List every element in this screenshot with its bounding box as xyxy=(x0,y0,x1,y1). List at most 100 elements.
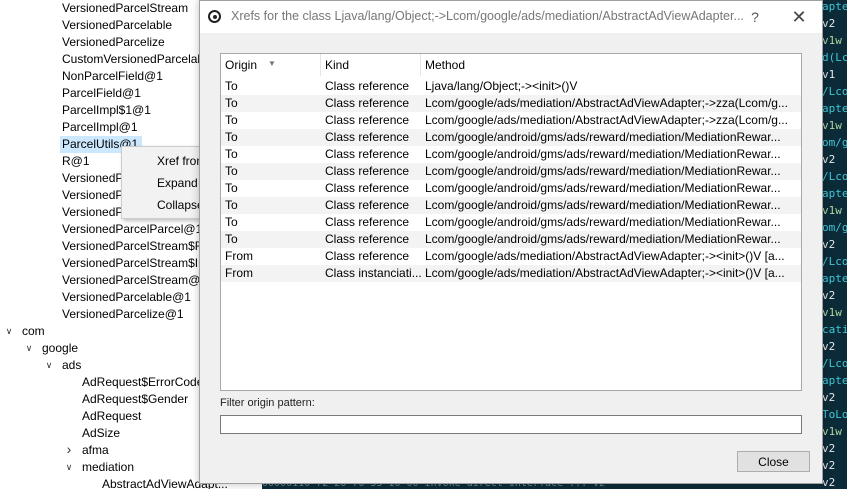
tree-item[interactable]: VersionedParcelable xyxy=(60,17,176,34)
column-header-method[interactable]: Method xyxy=(421,54,801,76)
tree-item[interactable]: ParcelImpl@1 xyxy=(60,119,142,136)
tree-item[interactable]: AdRequest$ErrorCode xyxy=(80,374,207,391)
tree-item[interactable]: AdRequest xyxy=(80,408,145,425)
disassembly-line: v2 xyxy=(822,238,836,251)
cell-origin: To xyxy=(225,215,238,229)
cell-kind: Class reference xyxy=(325,96,410,110)
filter-origin-input[interactable] xyxy=(220,415,802,434)
disassembly-line: /Lco xyxy=(822,255,847,268)
disassembly-line: /Lco xyxy=(822,85,847,98)
cell-origin: To xyxy=(225,130,238,144)
disassembly-line: v2 xyxy=(822,340,836,353)
tree-item[interactable]: CustomVersionedParcelab xyxy=(60,51,208,68)
table-row[interactable]: To Class reference Lcom/google/android/gms… xyxy=(221,180,801,197)
cell-kind: Class reference xyxy=(325,215,410,229)
chevron-right-icon[interactable]: › xyxy=(64,441,74,457)
close-button[interactable]: Close xyxy=(737,451,810,472)
cell-origin: To xyxy=(225,198,238,212)
cell-method: Lcom/google/android/gms/ads/reward/media… xyxy=(425,181,781,195)
sort-down-icon: ▼ xyxy=(268,59,276,68)
cell-kind: Class reference xyxy=(325,198,410,212)
tree-item[interactable]: ParcelImpl$1@1 xyxy=(60,102,155,119)
disassembly-line: v2 xyxy=(822,476,836,489)
chevron-down-icon[interactable]: ∨ xyxy=(4,326,14,337)
column-header-origin[interactable]: Origin ▼ xyxy=(221,54,321,76)
cell-method: Lcom/google/android/gms/ads/reward/media… xyxy=(425,130,781,144)
cell-origin: To xyxy=(225,181,238,195)
cell-kind: Class instanciati... xyxy=(325,266,421,280)
disassembly-line: apte xyxy=(822,187,847,200)
cell-origin: To xyxy=(225,96,238,110)
cell-kind: Class reference xyxy=(325,79,410,93)
table-row[interactable]: To Class reference Lcom/google/ads/mediati… xyxy=(221,95,801,112)
dialog-titlebar[interactable]: Xrefs for the class Ljava/lang/Object;->… xyxy=(200,1,822,33)
cell-origin: From xyxy=(225,266,253,280)
tree-item[interactable]: VersionedParcelable@1 xyxy=(60,289,195,306)
table-row[interactable]: To Class reference Lcom/google/android/gms… xyxy=(221,146,801,163)
tree-item[interactable]: VersionedParcelStream$Fi xyxy=(60,238,209,255)
tree-item[interactable]: R@1 xyxy=(60,153,94,170)
table-row[interactable]: To Class reference Lcom/google/ads/mediati… xyxy=(221,112,801,129)
chevron-down-icon[interactable]: ∨ xyxy=(44,360,54,371)
disassembly-line: v1w xyxy=(822,425,842,438)
disassembly-line: v2 xyxy=(822,442,836,455)
dialog-title: Xrefs for the class Ljava/lang/Object;->… xyxy=(231,9,744,23)
cell-method: Lcom/google/android/gms/ads/reward/media… xyxy=(425,147,781,161)
table-row[interactable]: To Class reference Lcom/google/android/gms… xyxy=(221,197,801,214)
tree-item[interactable]: VersionedParcelParcel@1 xyxy=(60,221,206,238)
disassembly-line: cati xyxy=(822,323,847,336)
cell-kind: Class reference xyxy=(325,181,410,195)
xrefs-dialog: Xrefs for the class Ljava/lang/Object;->… xyxy=(199,0,823,484)
disassembly-line: d(Lc xyxy=(822,51,847,64)
column-header-kind[interactable]: Kind xyxy=(321,54,421,76)
tree-item[interactable]: VersionedParcelStream$In xyxy=(60,255,209,272)
tree-item[interactable]: VersionedParcelize@1 xyxy=(60,306,188,323)
cell-kind: Class reference xyxy=(325,232,410,246)
cell-method: Lcom/google/ads/mediation/AbstractAdView… xyxy=(425,249,785,263)
close-icon[interactable]: ✕ xyxy=(788,6,810,28)
table-row[interactable]: To Class reference Lcom/google/android/gms… xyxy=(221,231,801,248)
tree-item[interactable]: google xyxy=(40,340,82,357)
disassembly-line: v1w xyxy=(822,306,842,319)
cell-method: Lcom/google/android/gms/ads/reward/media… xyxy=(425,164,781,178)
cell-kind: Class reference xyxy=(325,147,410,161)
table-row[interactable]: From Class instanciati... Lcom/google/ads/… xyxy=(221,265,801,282)
tree-item[interactable]: AdSize xyxy=(80,425,124,442)
disassembly-line: /Lco xyxy=(822,357,847,370)
table-row[interactable]: To Class reference Lcom/google/android/gms… xyxy=(221,163,801,180)
tree-item[interactable]: VersionedParcelStream@1 xyxy=(60,272,211,289)
disassembly-line: v1w xyxy=(822,204,842,217)
table-row[interactable]: To Class reference Lcom/google/android/gms… xyxy=(221,214,801,231)
disassembly-line: v1 xyxy=(822,68,836,81)
tree-item[interactable]: ParcelField@1 xyxy=(60,85,145,102)
tree-item[interactable]: mediation xyxy=(80,459,138,476)
table-row[interactable]: From Class reference Lcom/google/ads/media… xyxy=(221,248,801,265)
filter-label: Filter origin pattern: xyxy=(220,397,315,409)
disassembly-line: v1w xyxy=(822,34,842,47)
tree-item[interactable]: com xyxy=(20,323,49,340)
disassembly-line: apte xyxy=(822,272,847,285)
cell-kind: Class reference xyxy=(325,130,410,144)
disassembly-line: /Lco xyxy=(822,170,847,183)
cell-method: Lcom/google/ads/mediation/AbstractAdView… xyxy=(425,266,785,280)
table-row[interactable]: To Class reference Lcom/google/android/gms… xyxy=(221,129,801,146)
cell-kind: Class reference xyxy=(325,164,410,178)
cell-method: Lcom/google/android/gms/ads/reward/media… xyxy=(425,198,781,212)
xrefs-table: Origin ▼ Kind Method To Class reference Lj… xyxy=(220,53,802,391)
tree-item[interactable]: NonParcelField@1 xyxy=(60,68,167,85)
tree-item[interactable]: VersionedParcelize xyxy=(60,34,169,51)
chevron-down-icon[interactable]: ∨ xyxy=(64,462,74,473)
tree-item[interactable]: ads xyxy=(60,357,85,374)
cell-method: Lcom/google/android/gms/ads/reward/media… xyxy=(425,232,781,246)
disassembly-line: v2 xyxy=(822,289,836,302)
disassembly-line: apte xyxy=(822,102,847,115)
chevron-down-icon[interactable]: ∨ xyxy=(24,343,34,354)
cell-kind: Class reference xyxy=(325,249,410,263)
cell-origin: To xyxy=(225,113,238,127)
tree-item[interactable]: VersionedParcelStream xyxy=(60,0,192,17)
tree-item[interactable]: AdRequest$Gender xyxy=(80,391,192,408)
help-button[interactable]: ? xyxy=(746,7,764,27)
cell-kind: Class reference xyxy=(325,113,410,127)
table-row[interactable]: To Class reference Ljava/lang/Object;-><in… xyxy=(221,78,801,95)
tree-item[interactable]: afma xyxy=(80,442,113,459)
